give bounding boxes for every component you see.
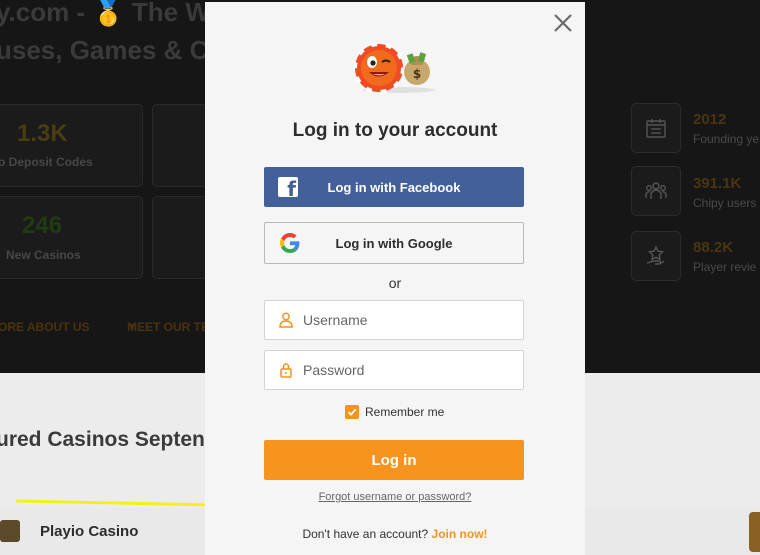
or-divider: or bbox=[388, 275, 402, 291]
meet-team-link[interactable]: MEET OUR TE bbox=[127, 320, 209, 334]
stat-value: 1.3K bbox=[17, 120, 68, 147]
password-field[interactable] bbox=[264, 350, 524, 390]
remember-me-row: Remember me bbox=[345, 404, 444, 420]
stat-label: o Deposit Codes bbox=[0, 155, 93, 169]
casino-name[interactable]: Playio Casino bbox=[40, 523, 138, 540]
facebook-login-button[interactable]: f Log in with Facebook bbox=[264, 167, 524, 207]
stat-label: New Casinos bbox=[6, 248, 81, 262]
player-reviews-label: Player revie bbox=[693, 260, 757, 274]
chipy-users-label: Chipy users bbox=[693, 196, 757, 210]
modal-title: Log in to your account bbox=[292, 120, 498, 141]
password-input[interactable] bbox=[303, 351, 518, 389]
login-button[interactable]: Log in bbox=[264, 440, 524, 480]
login-modal: $ Log in to your account f Log in with F… bbox=[205, 2, 585, 555]
username-input[interactable] bbox=[303, 301, 518, 339]
founding-year-value: 2012 bbox=[693, 111, 727, 128]
about-us-link[interactable]: ORE ABOUT US bbox=[0, 320, 90, 334]
chipy-users-value: 391.1K bbox=[693, 175, 742, 192]
forgot-password-link[interactable]: Forgot username or password? bbox=[205, 491, 585, 503]
login-button-label: Log in bbox=[371, 451, 417, 469]
lock-icon bbox=[280, 363, 292, 378]
stat-card bbox=[152, 104, 212, 187]
star-hand-icon bbox=[631, 231, 681, 281]
page-title-line-1: y.com - 🥇 The W bbox=[0, 0, 210, 27]
close-icon[interactable] bbox=[552, 12, 574, 34]
featured-casinos-heading: ured Casinos Septen bbox=[0, 428, 205, 451]
remember-me-checkbox[interactable] bbox=[345, 405, 359, 419]
signup-prompt: Don't have an account? bbox=[302, 527, 429, 541]
remember-me-label: Remember me bbox=[365, 405, 445, 419]
page-title-line-2: uses, Games & C bbox=[0, 35, 209, 65]
founding-year-label: Founding ye bbox=[693, 132, 760, 146]
svg-text:$: $ bbox=[413, 67, 421, 81]
stat-value: 246 bbox=[22, 212, 63, 239]
signup-row: Don't have an account? Join now! bbox=[205, 527, 585, 541]
user-icon bbox=[279, 312, 293, 328]
google-login-label: Log in with Google bbox=[335, 235, 453, 251]
users-icon bbox=[631, 166, 681, 216]
facebook-login-label: Log in with Facebook bbox=[327, 179, 461, 195]
casino-action-button[interactable] bbox=[749, 512, 760, 552]
username-field[interactable] bbox=[264, 300, 524, 340]
chipy-mascot-logo-icon: $ bbox=[353, 42, 435, 94]
join-now-link[interactable]: Join now! bbox=[432, 527, 488, 541]
google-login-button[interactable]: Log in with Google bbox=[264, 222, 524, 264]
checkmark-icon bbox=[347, 408, 357, 416]
player-reviews-value: 88.2K bbox=[693, 239, 734, 256]
stat-card bbox=[152, 196, 212, 279]
calendar-icon bbox=[631, 103, 681, 153]
